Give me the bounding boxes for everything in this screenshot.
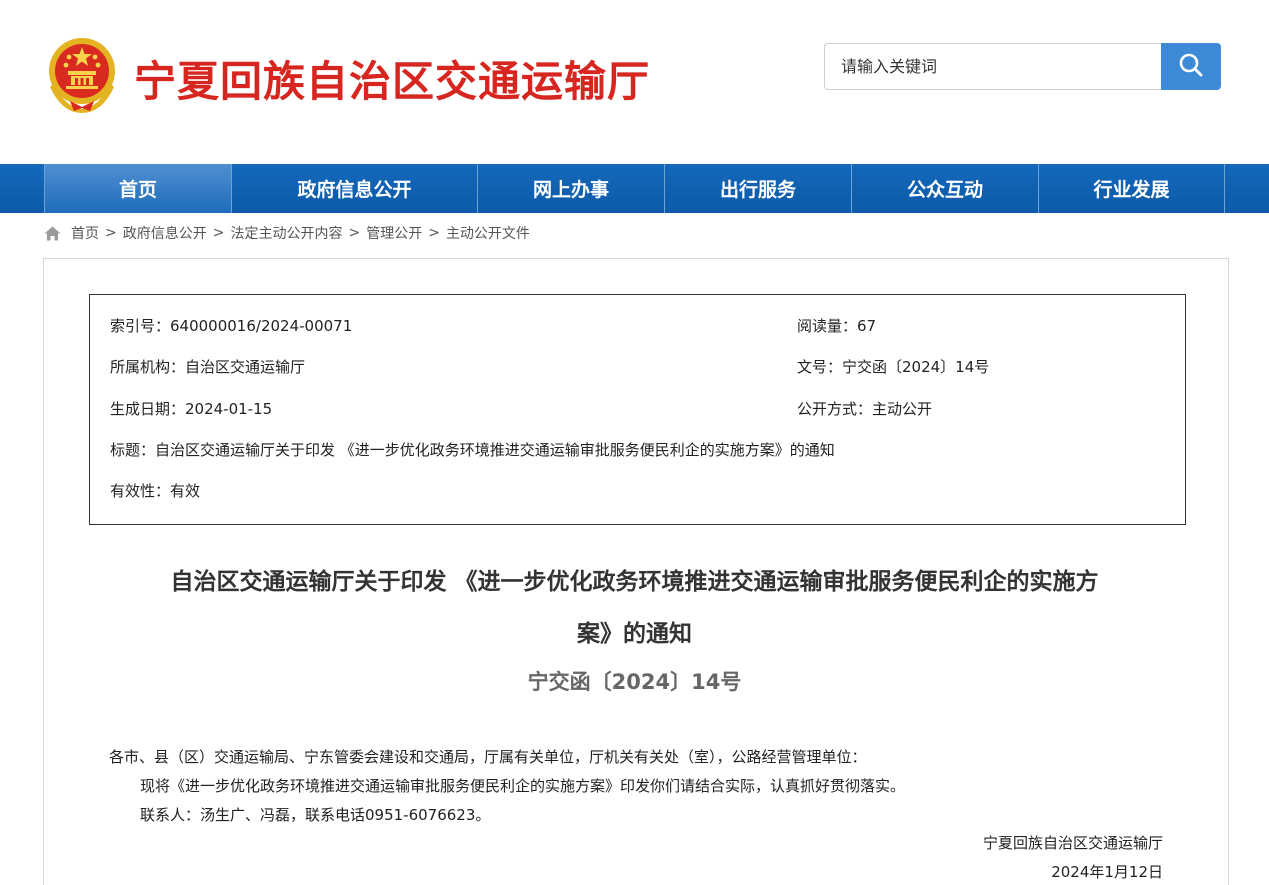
meta-document-number: 文号：宁交函〔2024〕14号: [797, 358, 990, 376]
meta-index-number: 索引号：640000016/2024-00071: [110, 317, 353, 335]
document-title-line-1: 自治区交通运输厅关于印发 《进一步优化政务环境推进交通运输审批服务便民利企的实施…: [170, 569, 1099, 595]
home-icon[interactable]: [44, 226, 61, 241]
breadcrumb-management-disclosure[interactable]: 管理公开: [366, 223, 422, 243]
meta-view-count: 阅读量：67: [797, 317, 877, 335]
document-paragraph: 现将《进一步优化政务环境推进交通运输审批服务便民利企的实施方案》印发你们请结合实…: [140, 777, 906, 795]
meta-validity: 有效性：有效: [110, 482, 201, 500]
main-nav: 首页 政府信息公开 网上办事 出行服务 公众互动 行业发展: [0, 164, 1269, 213]
nav-item-travel-services[interactable]: 出行服务: [664, 164, 851, 213]
breadcrumb-separator: >: [105, 225, 117, 241]
document-salutation: 各市、县（区）交通运输局、宁东管委会建设和交通局，厅属有关单位，厅机关有关处（室…: [109, 748, 867, 766]
document-signature: 宁夏回族自治区交通运输厅: [982, 834, 1163, 852]
meta-generated-date: 生成日期：2024-01-15: [110, 400, 273, 418]
document-title-line-2: 案》的通知: [577, 621, 692, 647]
meta-disclosure-method: 公开方式：主动公开: [797, 400, 933, 418]
breadcrumb-proactive-documents[interactable]: 主动公开文件: [446, 223, 530, 243]
search-button[interactable]: [1161, 43, 1221, 90]
breadcrumb-gov-info[interactable]: 政府信息公开: [123, 223, 207, 243]
meta-organization: 所属机构：自治区交通运输厅: [110, 358, 306, 376]
document-sign-date: 2024年1月12日: [1051, 863, 1163, 881]
nav-item-online-services[interactable]: 网上办事: [477, 164, 664, 213]
search-bar: [824, 43, 1221, 90]
nav-item-gov-info[interactable]: 政府信息公开: [231, 164, 477, 213]
national-emblem-logo[interactable]: [44, 35, 120, 113]
document-title: 自治区交通运输厅关于印发 《进一步优化政务环境推进交通运输审批服务便民利企的实施…: [100, 556, 1169, 660]
breadcrumb-separator: >: [212, 225, 225, 241]
site-title[interactable]: 宁夏回族自治区交通运输厅: [134, 48, 650, 109]
nav-item-industry-development[interactable]: 行业发展: [1038, 164, 1225, 213]
breadcrumb-home[interactable]: 首页: [71, 223, 99, 243]
site-header: 宁夏回族自治区交通运输厅: [0, 0, 1269, 164]
breadcrumb: 首页 > 政府信息公开 > 法定主动公开内容 > 管理公开 > 主动公开文件: [44, 222, 530, 244]
breadcrumb-statutory-disclosure[interactable]: 法定主动公开内容: [230, 223, 342, 243]
document-metadata-box: 索引号：640000016/2024-00071 阅读量：67 所属机构：自治区…: [89, 294, 1186, 525]
search-icon: [1178, 52, 1204, 81]
breadcrumb-separator: >: [348, 225, 361, 241]
search-input[interactable]: [824, 43, 1164, 90]
document-number: 宁交函〔2024〕14号: [527, 670, 742, 694]
nav-item-public-interaction[interactable]: 公众互动: [851, 164, 1038, 213]
document-contact: 联系人：汤生广、冯磊，联系电话0951-6076623。: [140, 806, 491, 824]
breadcrumb-separator: >: [428, 225, 440, 241]
meta-title: 标题：自治区交通运输厅关于印发 《进一步优化政务环境推进交通运输审批服务便民利企…: [110, 441, 835, 459]
nav-item-home[interactable]: 首页: [44, 164, 231, 213]
